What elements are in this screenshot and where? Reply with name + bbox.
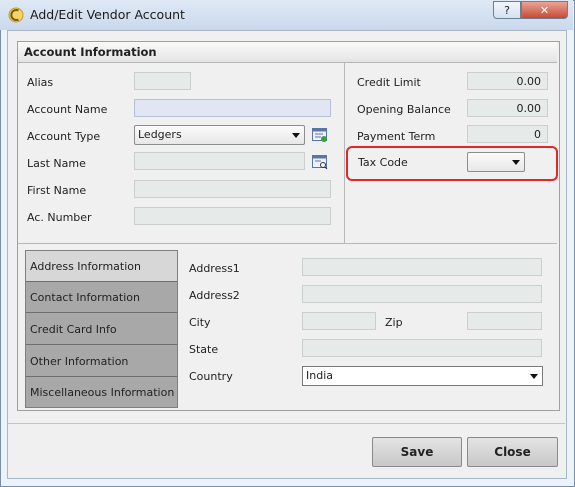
chevron-down-icon	[292, 133, 300, 138]
last-name-label: Last Name	[27, 157, 86, 170]
tab-miscellaneous-information[interactable]: Miscellaneous Information	[26, 377, 177, 407]
opening-balance-label: Opening Balance	[357, 103, 451, 116]
tab-contact-information[interactable]: Contact Information	[26, 282, 177, 313]
state-field[interactable]	[302, 339, 542, 357]
app-logo-icon	[8, 7, 24, 23]
tab-other-information[interactable]: Other Information	[26, 345, 177, 377]
state-label: State	[189, 343, 219, 356]
window-close-button[interactable]: ✕	[521, 1, 568, 19]
payment-term-field[interactable]: 0	[467, 125, 548, 143]
address2-label: Address2	[189, 289, 240, 302]
section-title: Account Information	[24, 45, 157, 59]
ac-number-field[interactable]	[134, 207, 331, 225]
column-divider	[344, 63, 345, 243]
account-type-dropdown[interactable]: Ledgers	[134, 125, 305, 145]
payment-term-label: Payment Term	[357, 130, 436, 143]
save-button[interactable]: Save	[372, 437, 462, 467]
alias-field[interactable]	[134, 72, 191, 90]
address2-field[interactable]	[302, 285, 542, 303]
opening-balance-field[interactable]: 0.00	[467, 99, 548, 117]
chevron-down-icon	[512, 160, 520, 165]
tab-address-information[interactable]: Address Information	[26, 251, 177, 282]
help-button[interactable]: ?	[493, 1, 521, 19]
last-name-field[interactable]	[134, 152, 305, 170]
close-button[interactable]: Close	[467, 437, 558, 467]
zip-field[interactable]	[467, 312, 542, 330]
credit-limit-label: Credit Limit	[357, 76, 421, 89]
account-name-label: Account Name	[27, 103, 108, 116]
country-dropdown[interactable]: India	[302, 366, 543, 386]
tax-code-label: Tax Code	[358, 156, 408, 169]
chevron-down-icon	[530, 374, 538, 379]
account-name-field[interactable]	[134, 99, 331, 117]
first-name-field[interactable]	[134, 180, 331, 198]
country-value: India	[306, 369, 333, 382]
ac-number-label: Ac. Number	[27, 211, 92, 224]
tab-credit-card-info[interactable]: Credit Card Info	[26, 313, 177, 345]
window-title: Add/Edit Vendor Account	[30, 7, 185, 22]
country-label: Country	[189, 370, 233, 383]
city-label: City	[189, 316, 211, 329]
alias-label: Alias	[27, 76, 54, 89]
address1-label: Address1	[189, 262, 240, 275]
address1-field[interactable]	[302, 258, 542, 276]
lookup-list-icon[interactable]	[312, 128, 328, 143]
section-divider	[18, 243, 557, 244]
footer-divider	[8, 423, 565, 424]
city-field[interactable]	[302, 312, 376, 330]
zip-label: Zip	[385, 316, 403, 329]
credit-limit-field[interactable]: 0.00	[467, 72, 548, 90]
tax-code-dropdown[interactable]	[467, 152, 525, 172]
lookup-search-icon[interactable]	[312, 155, 328, 170]
account-type-label: Account Type	[27, 130, 101, 143]
first-name-label: First Name	[27, 184, 87, 197]
account-type-value: Ledgers	[138, 128, 182, 141]
